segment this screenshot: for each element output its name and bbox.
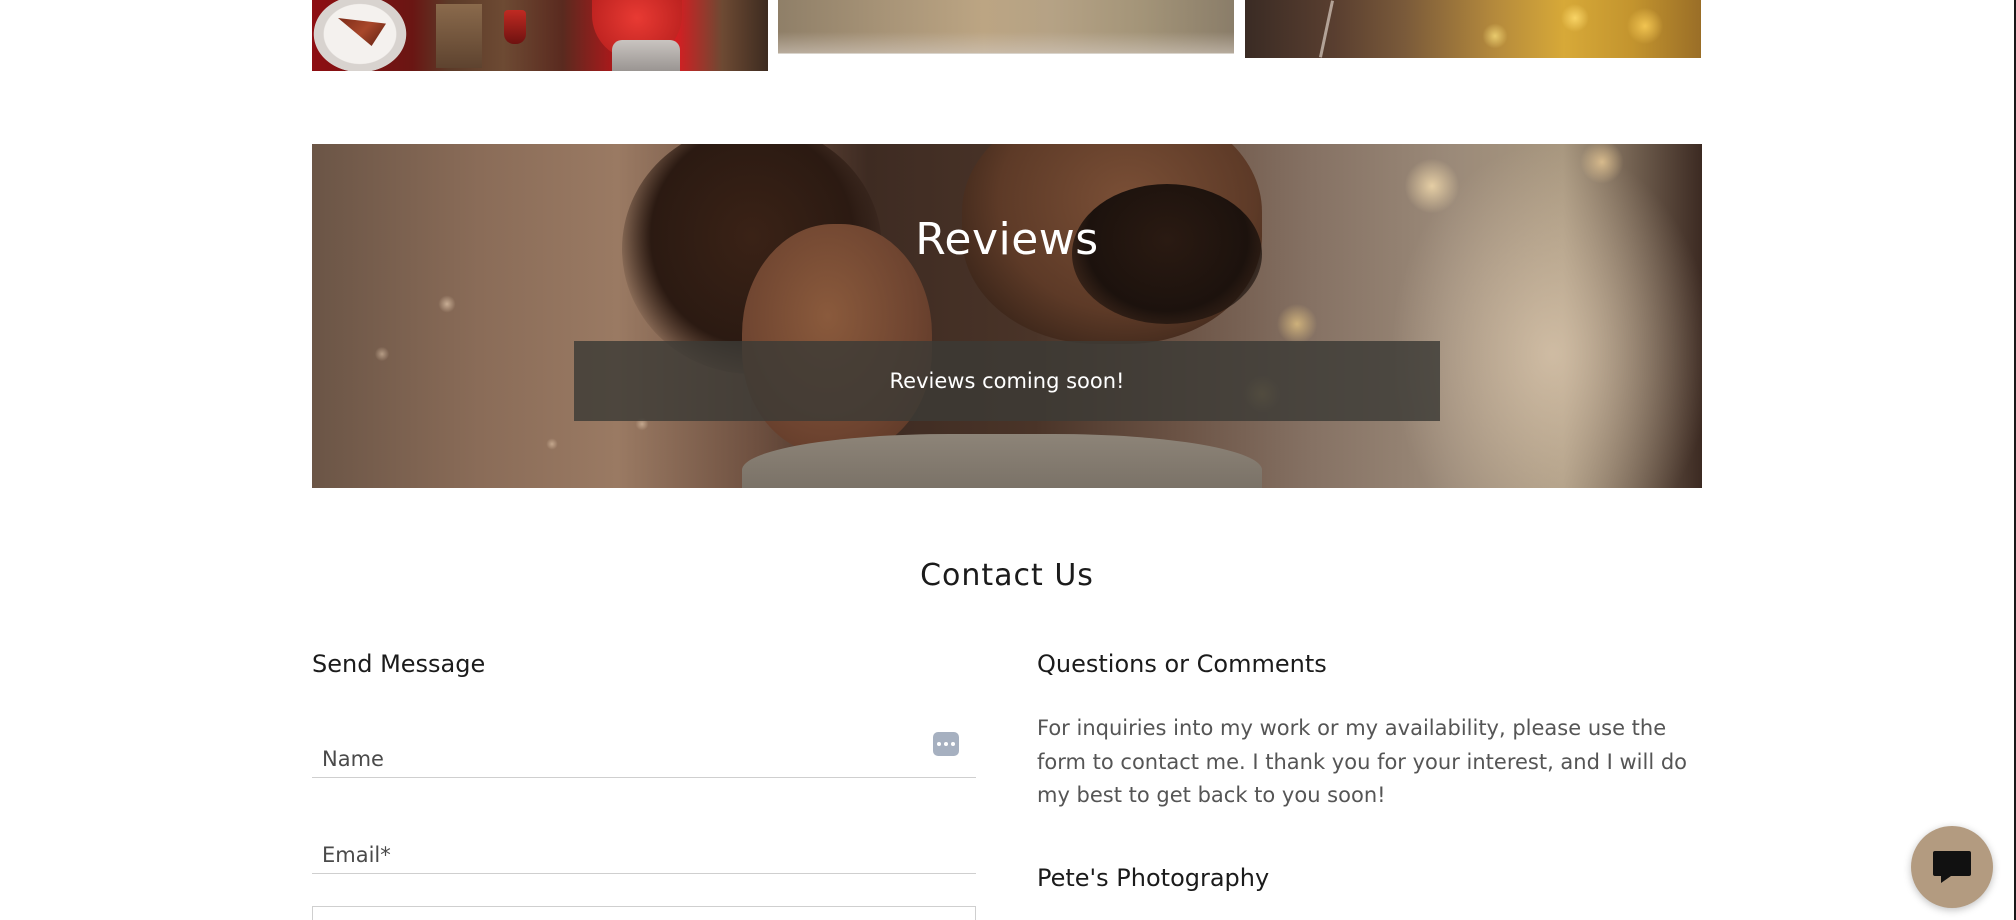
- contact-title: Contact Us: [920, 558, 1094, 593]
- chat-bubble-icon: [1933, 851, 1971, 883]
- stem-graphic: [1319, 0, 1334, 58]
- page: Reviews Reviews coming soon! Contact Us …: [0, 0, 2016, 920]
- message-textarea[interactable]: [312, 906, 976, 920]
- red-glass-graphic: [504, 10, 526, 44]
- reviews-message-box: Reviews coming soon!: [574, 341, 1440, 421]
- gallery-image-golden-bokeh[interactable]: [1245, 0, 1701, 58]
- reviews-section: Reviews Reviews coming soon!: [312, 144, 1702, 488]
- autofill-ellipsis-icon[interactable]: [933, 732, 959, 756]
- chat-button[interactable]: [1911, 826, 1993, 908]
- questions-heading: Questions or Comments: [1037, 650, 1327, 678]
- pie-slice-graphic: [338, 18, 386, 46]
- email-field[interactable]: [312, 824, 976, 874]
- mitten-graphic: [612, 40, 680, 71]
- questions-text: For inquiries into my work or my availab…: [1037, 716, 1688, 807]
- hero-photo-sweater: [742, 434, 1262, 488]
- name-field[interactable]: [312, 728, 976, 778]
- name-input[interactable]: [322, 747, 926, 771]
- reviews-title: Reviews: [915, 214, 1099, 265]
- cutting-board-graphic: [436, 4, 482, 68]
- business-name: Pete's Photography: [1037, 864, 1270, 892]
- email-input[interactable]: [322, 843, 926, 867]
- reviews-message: Reviews coming soon!: [889, 369, 1125, 393]
- gallery-image-holiday-table[interactable]: [312, 0, 768, 71]
- send-message-heading: Send Message: [312, 650, 486, 678]
- gallery-image-field[interactable]: [778, 0, 1234, 54]
